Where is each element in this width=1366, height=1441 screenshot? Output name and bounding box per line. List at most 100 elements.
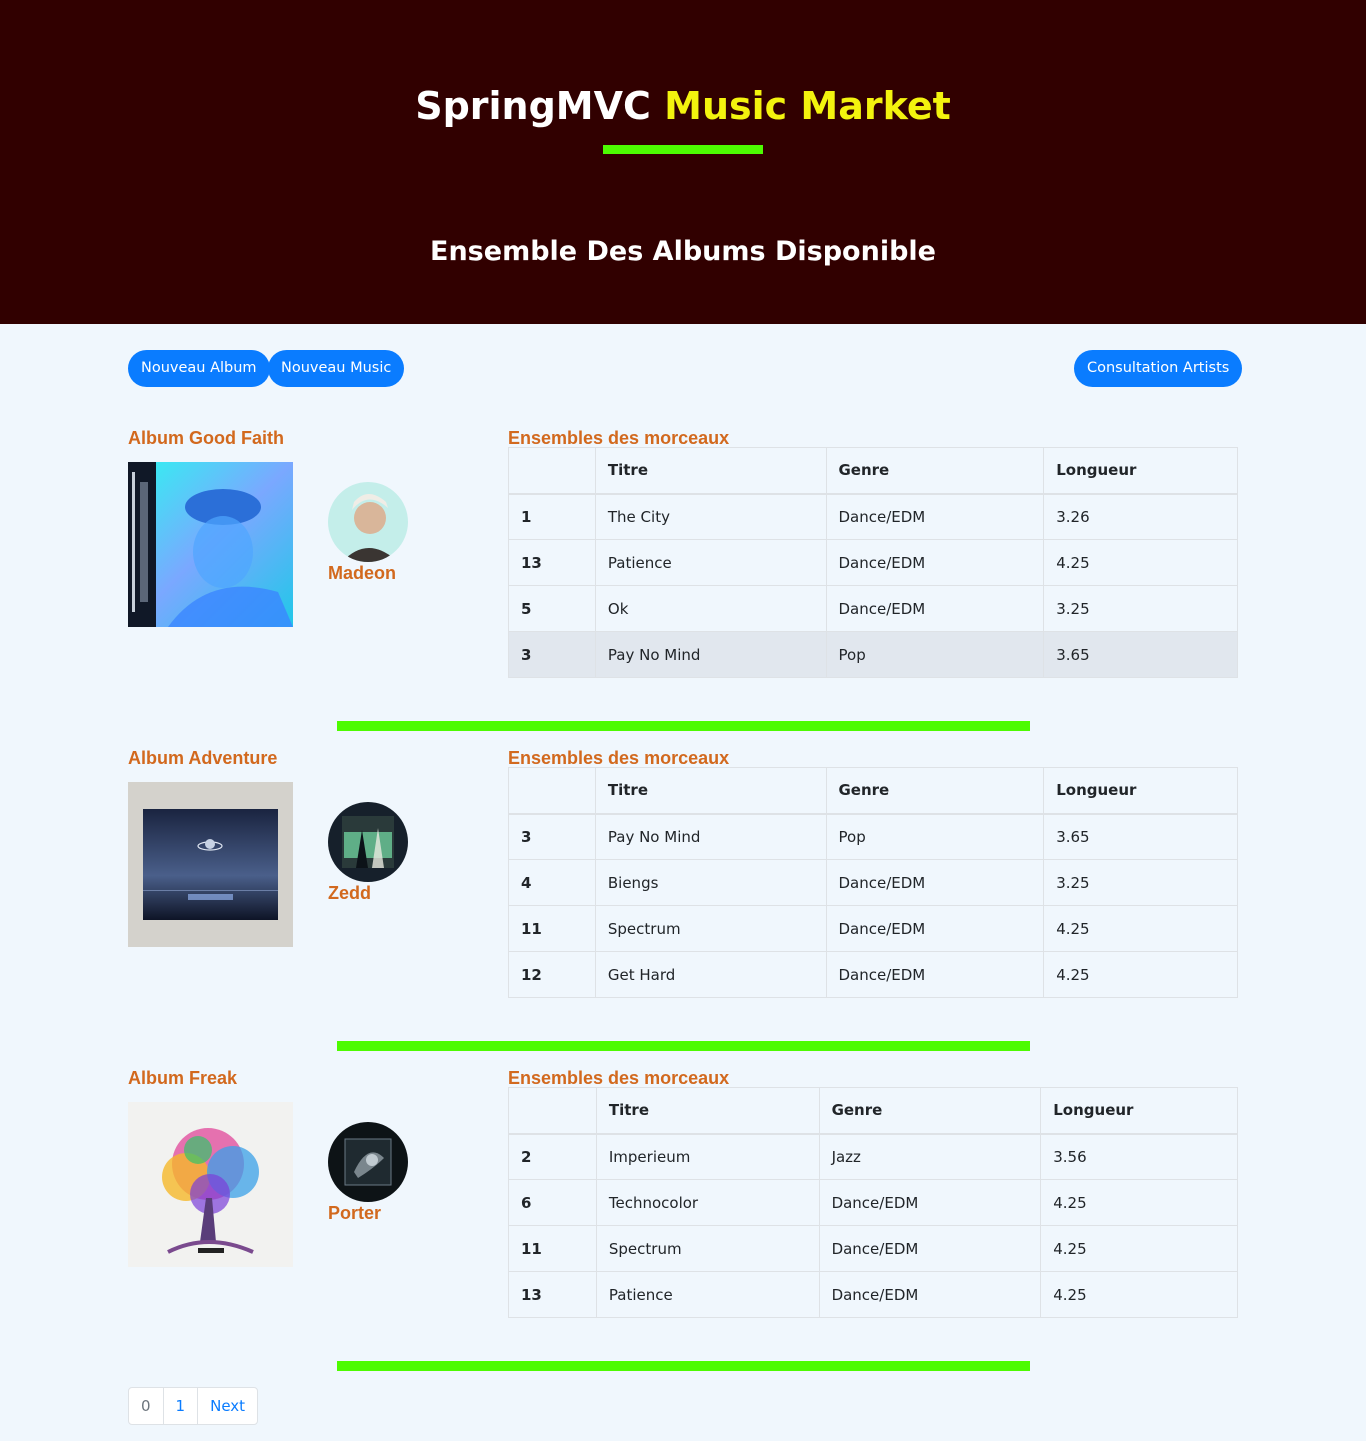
track-genre: Jazz [818,1133,1042,1180]
table-header-row: Titre Genre Longueur [508,1087,1238,1135]
track-title: Patience [595,1271,820,1318]
column-header-genre: Genre [825,447,1045,495]
track-genre: Dance/EDM [818,1179,1042,1226]
artist-avatar[interactable] [328,482,408,562]
new-album-button[interactable]: Nouveau Album [128,350,270,387]
page-link-0[interactable]: 0 [129,1388,163,1424]
album-section: Album Good Faith Ensembles des morceaux [0,427,1366,717]
column-header-genre: Genre [825,767,1045,815]
album-cover-image[interactable] [128,782,293,947]
track-title: Pay No Mind [594,631,827,678]
title-underline [603,145,763,154]
album-cover-image[interactable] [128,462,293,627]
track-title: The City [594,493,827,540]
track-number: 11 [508,1225,597,1272]
table-row: 11 Spectrum Dance/EDM 4.25 [508,1225,1238,1272]
track-length: 3.25 [1043,859,1238,906]
track-number: 4 [508,859,596,906]
page-link-1[interactable]: 1 [162,1388,198,1424]
consult-artists-button[interactable]: Consultation Artists [1074,350,1243,387]
track-title: Get Hard [594,951,827,998]
track-length: 3.65 [1043,631,1238,678]
track-length: 4.25 [1040,1271,1238,1318]
tracks-table: Titre Genre Longueur 3 Pay No Mind Pop 3… [508,767,1238,998]
album-title: Album Freak [128,1068,238,1088]
album-section: Album Freak Ensembles des morceaux Porte… [0,1067,1366,1357]
tracks-heading: Ensembles des morceaux [508,1068,730,1088]
artist-name[interactable]: Porter [328,1202,381,1224]
artist-name[interactable]: Zedd [328,882,371,904]
site-title-part1: SpringMVC [415,84,651,128]
column-header-title: Titre [594,447,827,495]
column-header-title: Titre [595,1087,820,1135]
column-header-title: Titre [594,767,827,815]
track-title: Biengs [594,859,827,906]
track-length: 4.25 [1040,1225,1238,1272]
section-divider [337,1361,1030,1371]
table-row: 13 Patience Dance/EDM 4.25 [508,539,1238,586]
album-title: Album Adventure [128,748,278,768]
track-genre: Dance/EDM [825,905,1045,952]
table-row: 13 Patience Dance/EDM 4.25 [508,1271,1238,1318]
page-subtitle: Ensemble Des Albums Disponible [430,236,936,267]
column-header-number [508,447,596,495]
track-number: 5 [508,585,596,632]
table-row: 1 The City Dance/EDM 3.26 [508,493,1238,540]
album-cover-image[interactable] [128,1102,293,1267]
track-genre: Dance/EDM [818,1271,1042,1318]
artist-name[interactable]: Madeon [328,562,396,584]
tracks-heading: Ensembles des morceaux [508,428,730,448]
track-number: 11 [508,905,596,952]
track-title: Spectrum [594,905,827,952]
track-genre: Dance/EDM [825,859,1045,906]
artist-avatar[interactable] [328,1122,408,1202]
track-number: 3 [508,813,596,860]
track-number: 6 [508,1179,597,1226]
track-title: Ok [594,585,827,632]
track-length: 3.26 [1043,493,1238,540]
column-header-number [508,767,596,815]
track-length: 3.25 [1043,585,1238,632]
track-genre: Dance/EDM [825,951,1045,998]
column-header-length: Longueur [1043,767,1238,815]
track-genre: Dance/EDM [825,539,1045,586]
table-row: 11 Spectrum Dance/EDM 4.25 [508,905,1238,952]
track-length: 4.25 [1043,951,1238,998]
track-title: Pay No Mind [594,813,827,860]
track-number: 13 [508,539,596,586]
track-title: Imperieum [595,1133,820,1180]
track-genre: Pop [825,813,1045,860]
track-genre: Dance/EDM [825,585,1045,632]
track-number: 13 [508,1271,597,1318]
site-title-part2: Music Market [664,84,951,128]
column-header-length: Longueur [1040,1087,1238,1135]
track-length: 4.25 [1043,905,1238,952]
track-number: 2 [508,1133,597,1180]
section-divider [337,1041,1030,1051]
new-music-button[interactable]: Nouveau Music [268,350,405,387]
tracks-table: Titre Genre Longueur 1 The City Dance/ED… [508,447,1238,678]
track-number: 1 [508,493,596,540]
table-row: 3 Pay No Mind Pop 3.65 [508,813,1238,860]
pagination: 0 1 Next [128,1387,259,1425]
column-header-genre: Genre [818,1087,1042,1135]
table-row: 3 Pay No Mind Pop 3.65 [508,631,1238,678]
table-row: 2 Imperieum Jazz 3.56 [508,1133,1238,1180]
table-row: 6 Technocolor Dance/EDM 4.25 [508,1179,1238,1226]
track-number: 3 [508,631,596,678]
section-divider [337,721,1030,731]
tracks-heading: Ensembles des morceaux [508,748,730,768]
page-header: SpringMVC Music Market Ensemble Des Albu… [0,0,1366,324]
track-title: Spectrum [595,1225,820,1272]
track-length: 3.56 [1040,1133,1238,1180]
track-genre: Pop [825,631,1045,678]
table-row: 12 Get Hard Dance/EDM 4.25 [508,951,1238,998]
track-title: Patience [594,539,827,586]
site-title: SpringMVC Music Market [0,84,1366,128]
track-length: 4.25 [1043,539,1238,586]
track-length: 3.65 [1043,813,1238,860]
album-section: Album Adventure Ensembles des morceaux Z… [0,747,1366,1037]
next-page-link[interactable]: Next [197,1388,257,1424]
tracks-table: Titre Genre Longueur 2 Imperieum Jazz 3.… [508,1087,1238,1318]
artist-avatar[interactable] [328,802,408,882]
